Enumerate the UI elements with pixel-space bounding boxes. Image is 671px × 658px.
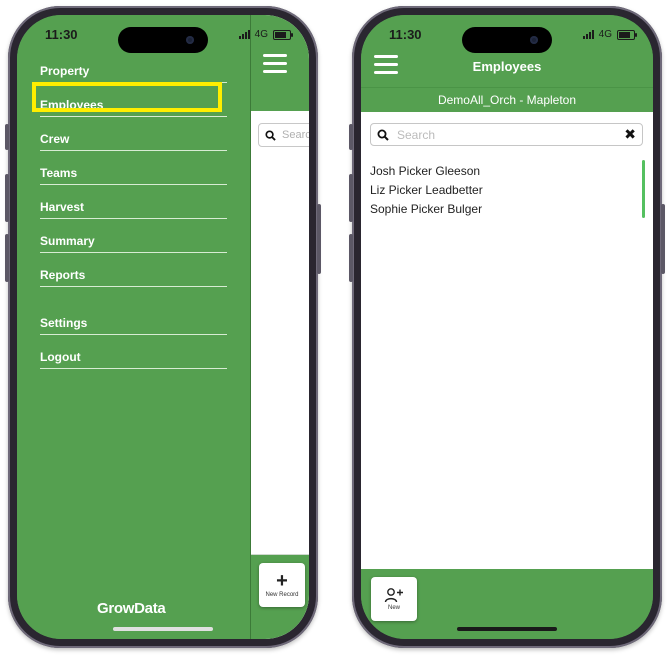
add-user-icon [384,588,403,603]
search-icon [377,129,389,141]
peek-footer: + New Record [251,554,309,639]
phone-side-button [317,204,321,274]
home-indicator[interactable] [457,627,557,631]
nav-item-summary[interactable]: Summary [40,225,227,253]
list-item[interactable]: Josh Picker Gleeson [370,162,483,181]
phone-side-button [5,234,9,282]
page-title: Employees [472,59,542,74]
new-employee-button[interactable]: New [371,577,417,621]
peek-search-placeholder: Search [282,129,309,141]
network-type: 4G [598,29,612,40]
nav-item-settings[interactable]: Settings [40,307,227,335]
phone-side-button [661,204,665,274]
status-time: 11:30 [389,27,422,42]
battery-icon [273,29,293,40]
peek-search-input[interactable]: Search [258,123,309,147]
phone-left: 11:30 4G Property Employees Crew Teams H… [5,6,321,648]
phone-side-button [5,124,9,150]
network-type: 4G [254,29,268,40]
camera-icon [186,36,194,44]
phone-side-button [349,124,353,150]
main-content-peek: Search + New Record [250,15,309,639]
nav-item-reports[interactable]: Reports [40,259,227,287]
signal-icon [582,30,594,39]
status-time: 11:30 [45,27,78,42]
plus-icon: + [276,570,288,592]
nav-item-logout[interactable]: Logout [40,341,227,369]
search-field[interactable]: ✖ [370,123,643,146]
highlight-box [32,82,222,112]
dynamic-island [118,27,208,53]
new-record-button[interactable]: + New Record [259,563,305,607]
new-label: New [387,605,400,611]
scroll-indicator[interactable] [642,160,645,218]
search-icon [265,129,276,141]
nav-item-harvest[interactable]: Harvest [40,191,227,219]
property-subtitle: DemoAll_Orch - Mapleton [361,87,653,112]
new-record-label: New Record [265,592,299,598]
status-indicators: 4G [582,29,637,40]
screen: 11:30 4G Employees DemoAll_Orch - Maplet… [361,15,653,639]
screen: 11:30 4G Property Employees Crew Teams H… [17,15,309,639]
list-item[interactable]: Liz Picker Leadbetter [370,181,483,200]
nav-drawer: Property Employees Crew Teams Harvest Su… [17,15,250,639]
phone-side-button [5,174,9,222]
phone-side-button [349,174,353,222]
camera-icon [530,36,538,44]
employee-list: Josh Picker Gleeson Liz Picker Leadbette… [370,162,483,219]
growdata-logo: GrowData [97,600,166,617]
employee-list-panel: ✖ Josh Picker Gleeson Liz Picker Leadbet… [361,112,653,569]
phone-side-button [349,234,353,282]
hamburger-menu-icon[interactable] [263,54,287,73]
battery-icon [617,29,637,40]
home-indicator[interactable] [113,627,213,631]
status-indicators: 4G [238,29,293,40]
nav-item-teams[interactable]: Teams [40,157,227,185]
clear-search-icon[interactable]: ✖ [624,126,636,143]
signal-icon [238,30,250,39]
nav-item-property[interactable]: Property [40,55,227,83]
search-input[interactable] [397,127,617,142]
phone-right: 11:30 4G Employees DemoAll_Orch - Maplet… [349,6,665,648]
nav-item-crew[interactable]: Crew [40,123,227,151]
list-item[interactable]: Sophie Picker Bulger [370,200,483,219]
dynamic-island [462,27,552,53]
